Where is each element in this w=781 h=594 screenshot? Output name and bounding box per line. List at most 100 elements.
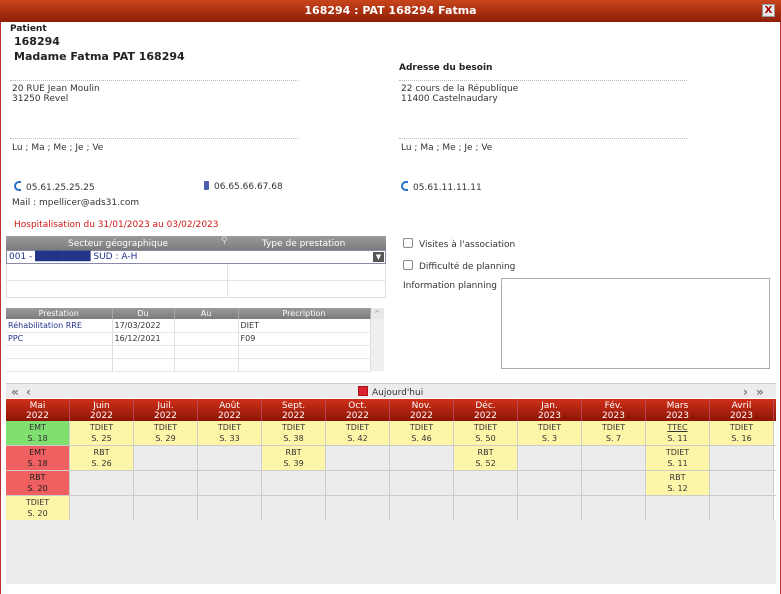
calendar-cell[interactable]: TDIET S. 29	[134, 421, 198, 445]
calendar-body: EMT S. 18 TDIET S. 25 TDIET S. 29 TDIET S. 33 TD…	[6, 421, 776, 521]
month-year: 2022	[282, 411, 305, 421]
calendar-cell[interactable]: TDIET S. 11	[646, 446, 710, 470]
calendar-cell	[454, 496, 518, 520]
calendar-cell[interactable]: TDIET S. 33	[198, 421, 262, 445]
table-scrollbar[interactable]	[370, 319, 384, 371]
calendar-cell[interactable]: TDIET S. 16	[710, 421, 774, 445]
next-page-icon[interactable]: ›	[743, 385, 748, 399]
calendar-cell[interactable]: RBT S. 20	[6, 471, 70, 495]
calendar-cell	[262, 496, 326, 520]
month-header: Déc. 2022	[454, 399, 518, 421]
calendar-cell[interactable]: TDIET S. 25	[70, 421, 134, 445]
intervention-code: TDIET	[601, 423, 626, 432]
phone-icon	[401, 181, 408, 191]
visites-label: Visites à l'association	[419, 240, 516, 250]
month-header: Sept. 2022	[262, 399, 326, 421]
close-icon[interactable]: X	[762, 4, 775, 17]
calendar-cell	[134, 496, 198, 520]
presc-header-prescription[interactable]: Precription	[238, 308, 371, 319]
table-row[interactable]: PPC 16/12/2021 F09	[6, 332, 384, 346]
month-name: Sept.	[281, 401, 306, 411]
calendar-cell	[582, 446, 646, 470]
visites-option[interactable]: Visites à l'association	[403, 238, 515, 250]
intervention-week: S. 20	[27, 484, 48, 493]
calendar-cell[interactable]: TDIET S. 3	[518, 421, 582, 445]
secteur-select[interactable]: 001 - ████████ SUD : A-H ▼	[6, 250, 386, 264]
intervention-code: TDIET	[25, 498, 50, 507]
first-page-icon[interactable]: «	[11, 385, 19, 399]
month-name: Juin	[93, 401, 110, 411]
prev-page-icon[interactable]: ‹	[26, 385, 31, 399]
intervention-code: TDIET	[345, 423, 370, 432]
calendar-cell[interactable]: RBT S. 26	[70, 446, 134, 470]
presc-header-prestation[interactable]: Prestation	[6, 308, 113, 319]
calendar-cell[interactable]: TTEC S. 11	[646, 421, 710, 445]
secteur-select-value: 001 - ████████ SUD : A-H	[9, 252, 138, 262]
patient-mail[interactable]: Mail : mpellicer@ads31.com	[12, 198, 139, 208]
window-title: 168294 : PAT 168294 Fatma	[304, 4, 477, 17]
secteur-grid-body	[6, 264, 386, 298]
intervention-code: EMT	[29, 423, 46, 432]
today-button[interactable]: Aujourd'hui	[358, 386, 423, 398]
month-year: 2023	[538, 411, 561, 421]
calendar-cell[interactable]: RBT S. 12	[646, 471, 710, 495]
intervention-week: S. 26	[91, 459, 112, 468]
last-page-icon[interactable]: »	[756, 385, 764, 399]
chevron-down-icon[interactable]: ▼	[373, 252, 384, 262]
month-year: 2022	[346, 411, 369, 421]
secteur-grid-header: Secteur géographique ⚲ Type de prestatio…	[6, 236, 386, 250]
besoin-address-line1: 22 cours de la République	[401, 84, 519, 94]
table-row	[6, 345, 384, 359]
calendar-cell[interactable]: TDIET S. 50	[454, 421, 518, 445]
patient-section-label: Patient	[10, 24, 47, 34]
presc-cell: F09	[238, 332, 371, 346]
calendar-cell	[70, 496, 134, 520]
calendar-cell[interactable]: EMT S. 18	[6, 446, 70, 470]
calendar-cell[interactable]: TDIET S. 42	[326, 421, 390, 445]
calendar-cell	[518, 471, 582, 495]
calendar-cell	[326, 471, 390, 495]
presc-header-au[interactable]: Au	[174, 308, 239, 319]
month-name: Oct.	[348, 401, 367, 411]
info-planning-textarea[interactable]	[501, 278, 770, 369]
calendar-cell[interactable]: TDIET S. 46	[390, 421, 454, 445]
calendar-cell[interactable]: TDIET S. 7	[582, 421, 646, 445]
planning-calendar: Mai 2022 Juin 2022 Juil. 2022 Août 2022 Sept. 202…	[6, 399, 776, 521]
calendar-cell[interactable]: EMT S. 18	[6, 421, 70, 445]
intervention-code: RBT	[285, 448, 302, 457]
calendar-cell	[646, 496, 710, 520]
hospitalisation-info: Hospitalisation du 31/01/2023 au 03/02/2…	[14, 220, 219, 230]
presc-cell: PPC	[6, 332, 113, 346]
intervention-code: TDIET	[281, 423, 306, 432]
intervention-code: RBT	[669, 473, 686, 482]
presc-header-du[interactable]: Du	[112, 308, 175, 319]
calendar-row: TDIET S. 20	[6, 496, 776, 521]
scroll-up-icon[interactable]: ^	[370, 308, 384, 319]
patient-days: Lu ; Ma ; Me ; Je ; Ve	[12, 143, 104, 153]
calendar-cell	[198, 471, 262, 495]
besoin-days: Lu ; Ma ; Me ; Je ; Ve	[401, 143, 493, 153]
calendar-cell[interactable]: RBT S. 39	[262, 446, 326, 470]
month-name: Août	[219, 401, 240, 411]
calendar-cell[interactable]: TDIET S. 38	[262, 421, 326, 445]
difficulte-option[interactable]: Difficulté de planning	[403, 260, 515, 272]
intervention-week: S. 3	[541, 434, 558, 443]
month-year: 2023	[666, 411, 689, 421]
intervention-week: S. 33	[219, 434, 240, 443]
intervention-week: S. 18	[27, 434, 48, 443]
visites-checkbox[interactable]	[403, 238, 413, 248]
secteur-col-header: Secteur géographique	[68, 239, 169, 249]
month-year: 2022	[410, 411, 433, 421]
calendar-cell[interactable]: RBT S. 52	[454, 446, 518, 470]
month-year: 2022	[154, 411, 177, 421]
intervention-code: TDIET	[665, 448, 690, 457]
calendar-cell	[134, 471, 198, 495]
search-icon: ⚲	[221, 236, 228, 246]
mobile-phone-icon	[204, 181, 209, 190]
intervention-week: S. 25	[91, 434, 112, 443]
intervention-code: TDIET	[409, 423, 434, 432]
calendar-cell[interactable]: TDIET S. 20	[6, 496, 70, 520]
table-row[interactable]: Réhabilitation RRE 17/03/2022 DIET	[6, 319, 384, 371]
calendar-cell	[390, 446, 454, 470]
difficulte-checkbox[interactable]	[403, 260, 413, 270]
